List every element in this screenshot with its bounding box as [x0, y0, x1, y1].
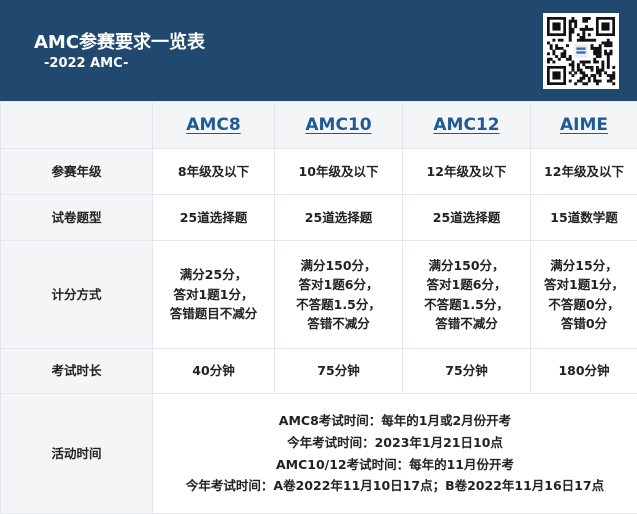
- table-cell: 75分钟: [274, 348, 403, 394]
- cell-line: 答错不减分: [435, 315, 498, 331]
- cell-line: 答对1题6分，: [426, 277, 507, 293]
- row-label: 计分方式: [0, 240, 153, 349]
- page-subtitle: -2022 AMC-: [44, 56, 129, 71]
- corner-cell: [0, 101, 153, 149]
- table-cell: 15道数学题: [530, 194, 637, 241]
- table-cell: 12年级及以下: [530, 148, 637, 195]
- cell-line: 答错0分: [560, 315, 608, 331]
- activity-line: AMC10/12考试时间：每年的11月份开考: [275, 456, 515, 472]
- row-label: 活动时间: [0, 393, 153, 514]
- table-cell: 25道选择题: [152, 194, 275, 241]
- cell-line: 满分25分，: [179, 267, 248, 283]
- cell-line: 满分150分，: [428, 257, 505, 273]
- cell-line: 不答题0分，: [548, 296, 620, 312]
- column-header: AMC8: [152, 101, 275, 149]
- activity-line: 今年考试时间：A卷2022年11月10日17点；B卷2022年11月16日17点: [185, 478, 605, 494]
- table-row: 活动时间 AMC8考试时间：每年的1月或2月份开考 今年考试时间：2023年1月…: [0, 393, 637, 514]
- table-row: 计分方式 满分25分， 答对1题1分， 答错题目不减分 满分150分， 答对1题…: [0, 240, 637, 349]
- table-cell: 25道选择题: [274, 194, 403, 241]
- table-row: 参赛年级 8年级及以下 10年级及以下 12年级及以下 12年级及以下: [0, 148, 637, 195]
- table-cell: 25道选择题: [402, 194, 531, 241]
- table-row: 试卷题型 25道选择题 25道选择题 25道选择题 15道数学题: [0, 194, 637, 241]
- cell-line: 满分15分，: [550, 257, 618, 273]
- table-cell: 满分150分， 答对1题6分， 不答题1.5分， 答错不减分: [274, 240, 403, 349]
- cell-line: 答对1题1分，: [173, 286, 254, 302]
- table-row: 考试时长 40分钟 75分钟 75分钟 180分钟: [0, 348, 637, 394]
- cell-line: 不答题1.5分，: [296, 296, 381, 312]
- row-label: 考试时长: [0, 348, 153, 394]
- table-cell: 12年级及以下: [402, 148, 531, 195]
- cell-line: 答对1题1分，: [544, 277, 624, 293]
- table-cell: 满分25分， 答对1题1分， 答错题目不减分: [152, 240, 275, 349]
- cell-line: 答对1题6分，: [298, 277, 379, 293]
- activity-cell: AMC8考试时间：每年的1月或2月份开考 今年考试时间：2023年1月21日10…: [152, 393, 637, 514]
- activity-line: AMC8考试时间：每年的1月或2月份开考: [278, 412, 512, 428]
- table-header-row: AMC8 AMC10 AMC12 AIME: [0, 101, 637, 149]
- table-cell: 8年级及以下: [152, 148, 275, 195]
- row-label: 参赛年级: [0, 148, 153, 195]
- requirements-table: AMC8 AMC10 AMC12 AIME 参赛年级 8年级及以下 10年级及以…: [0, 101, 637, 514]
- table-cell: 40分钟: [152, 348, 275, 394]
- page-title: AMC参赛要求一览表: [34, 32, 206, 53]
- column-header: AMC12: [402, 101, 531, 149]
- table-cell: 满分150分， 答对1题6分， 不答题1.5分， 答错不减分: [402, 240, 531, 349]
- table-cell: 10年级及以下: [274, 148, 403, 195]
- activity-line: 今年考试时间：2023年1月21日10点: [287, 434, 503, 450]
- cell-line: 答错题目不减分: [169, 306, 258, 322]
- cell-line: 满分150分，: [300, 257, 377, 273]
- column-header: AIME: [530, 101, 637, 149]
- table-cell: 75分钟: [402, 348, 531, 394]
- table-cell: 180分钟: [530, 348, 637, 394]
- row-label: 试卷题型: [0, 194, 153, 241]
- cell-line: 答错不减分: [307, 315, 370, 331]
- table-cell: 满分15分， 答对1题1分， 不答题0分， 答错0分: [530, 240, 637, 349]
- qr-code-icon: [543, 13, 619, 89]
- cell-line: 不答题1.5分，: [424, 296, 509, 312]
- column-header: AMC10: [274, 101, 403, 149]
- header-banner: AMC参赛要求一览表 -2022 AMC-: [0, 0, 637, 101]
